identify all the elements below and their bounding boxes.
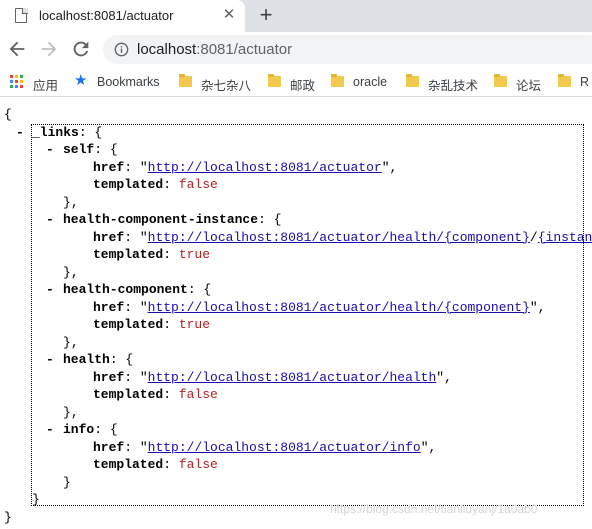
templated-value: false — [178, 387, 218, 402]
bookmark-apps[interactable]: 应用 — [10, 74, 60, 93]
bookmark-label: 论坛 — [516, 79, 542, 93]
bookmark-folder-2[interactable]: 邮政 — [268, 74, 318, 93]
browser-tab[interactable]: localhost:8081/actuator ✕ — [0, 0, 245, 32]
entry-close-brace: } — [63, 264, 71, 280]
link-name-key: health-component — [63, 282, 188, 297]
url-text[interactable]: localhost:8081/actuator — [137, 41, 292, 58]
collapse-toggle[interactable]: - — [46, 141, 54, 159]
templated-value: true — [178, 317, 211, 332]
watermark: https://blog.csdn.net/tianliuyanj/1a0ab0 — [330, 502, 538, 516]
bookmark-label: oracle — [353, 75, 388, 89]
href-value: "http://localhost:8081/actuator/health/{… — [139, 299, 538, 315]
href-value: "http://localhost:8081/actuator/health" — [139, 369, 445, 385]
collapse-toggle[interactable]: - — [46, 351, 54, 369]
folder-icon — [179, 74, 192, 87]
bookmark-label: 杂七杂八 — [201, 79, 252, 93]
json-viewer: { - _links: { - self: {href: "http://loca… — [0, 98, 592, 529]
page-icon — [15, 7, 28, 23]
info-icon[interactable] — [114, 42, 129, 57]
templated-key: templated — [93, 317, 164, 332]
href-link[interactable]: http://localhost:8081/actuator/health/ — [148, 300, 444, 315]
bookmark-label: Bookmarks — [97, 75, 160, 89]
link-name-key: health — [63, 352, 110, 367]
new-tab-button[interactable]: + — [255, 3, 277, 27]
href-key: href — [93, 229, 125, 245]
templated-value: false — [178, 457, 218, 472]
entry-close-brace: } — [63, 404, 71, 420]
templated-key: templated — [93, 247, 164, 262]
url-host: localhost — [137, 41, 197, 58]
bookmark-folder-6[interactable]: R — [558, 74, 592, 90]
reload-icon[interactable] — [70, 38, 92, 60]
tab-title: localhost:8081/actuator — [39, 8, 174, 23]
href-link[interactable]: http://localhost:8081/actuator/info — [148, 440, 421, 455]
bookmark-folder-5[interactable]: 论坛 — [494, 74, 544, 93]
templated-key: templated — [93, 457, 164, 472]
apps-grid-icon — [10, 75, 24, 89]
links-entries: - self: {href: "http://localhost:8081/act… — [4, 141, 592, 491]
close-tab-icon[interactable]: ✕ — [220, 6, 238, 24]
bookmark-label: 应用 — [33, 79, 59, 93]
bookmark-folder-1[interactable]: 杂七杂八 — [179, 74, 254, 93]
templated-value: true — [178, 247, 211, 262]
links-close-brace: } — [32, 492, 40, 507]
folder-icon — [406, 74, 419, 87]
address-bar[interactable]: localhost:8081/actuator — [103, 35, 592, 64]
href-link[interactable]: http://localhost:8081/actuator/health/ — [148, 230, 444, 245]
folder-icon — [558, 74, 571, 87]
folder-icon — [331, 74, 344, 87]
templated-key: templated — [93, 177, 164, 192]
entry-close-brace: } — [63, 194, 71, 210]
entry-close-brace: } — [63, 334, 71, 350]
tab-strip: localhost:8081/actuator ✕ + — [0, 0, 592, 32]
href-link[interactable]: http://localhost:8081/actuator — [148, 160, 382, 175]
href-value: "http://localhost:8081/actuator/health/{… — [140, 230, 592, 245]
bookmark-bookmarks[interactable]: ★ Bookmarks — [74, 72, 166, 90]
href-key: href — [93, 159, 125, 175]
link-name-key: health-component-instance — [63, 212, 259, 227]
href-key: href — [93, 369, 125, 385]
link-name-key: self — [63, 142, 95, 157]
href-link[interactable]: {instance} — [538, 230, 592, 245]
href-key: href — [93, 299, 125, 315]
collapse-toggle[interactable]: - — [46, 211, 54, 229]
folder-icon — [494, 74, 507, 87]
templated-value: false — [178, 177, 218, 192]
bookmark-label: 邮政 — [290, 79, 316, 93]
collapse-toggle[interactable]: - — [16, 124, 24, 142]
href-link[interactable]: {component} — [444, 300, 530, 315]
links-key: _links — [32, 124, 79, 140]
href-link[interactable]: http://localhost:8081/actuator/health — [148, 370, 437, 385]
star-icon: ★ — [74, 72, 88, 89]
bookmark-label: 杂乱技术 — [428, 79, 479, 93]
folder-icon — [268, 74, 281, 87]
href-separator: / — [529, 229, 538, 245]
back-arrow-icon[interactable] — [6, 38, 28, 60]
href-key: href — [93, 439, 125, 455]
entry-close-brace: } — [63, 474, 71, 490]
forward-arrow-icon[interactable] — [38, 38, 60, 60]
templated-key: templated — [93, 387, 164, 402]
link-name-key: info — [63, 422, 95, 437]
close-brace: } — [4, 509, 12, 525]
open-brace: { — [4, 107, 12, 122]
bookmark-label: R — [580, 75, 590, 89]
json-document: { - _links: { - self: {href: "http://loca… — [4, 106, 592, 526]
bookmark-folder-4[interactable]: 杂乱技术 — [406, 74, 481, 93]
collapse-toggle[interactable]: - — [46, 421, 54, 439]
collapse-toggle[interactable]: - — [46, 281, 54, 299]
href-link[interactable]: {component} — [444, 230, 530, 245]
bookmarks-bar: 应用 ★ Bookmarks 杂七杂八 邮政 oracle 杂乱技术 论坛 R — [0, 67, 592, 97]
href-value: "http://localhost:8081/actuator" — [139, 159, 390, 175]
bookmark-folder-3[interactable]: oracle — [331, 74, 391, 90]
href-value: "http://localhost:8081/actuator/info" — [139, 439, 429, 455]
browser-toolbar: localhost:8081/actuator — [0, 32, 592, 67]
url-path: :8081/actuator — [196, 41, 293, 58]
